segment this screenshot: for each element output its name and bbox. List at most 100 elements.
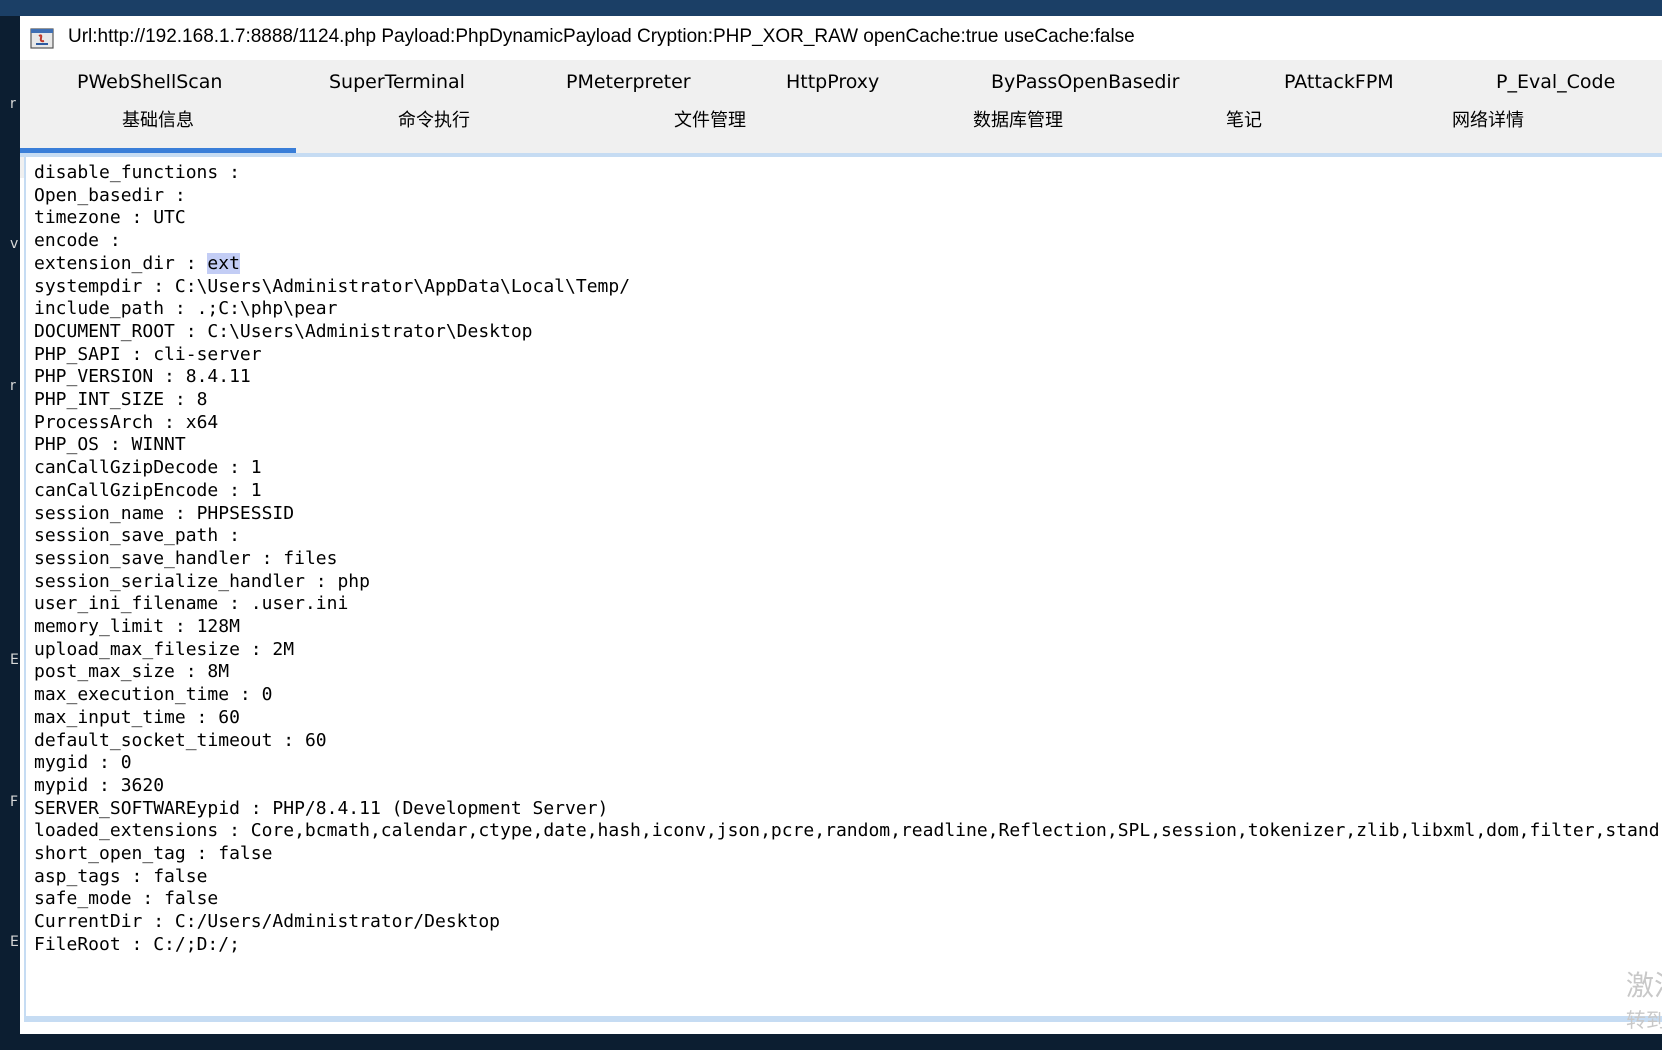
info-value: x64 — [185, 411, 219, 433]
plugin-p-eval-code[interactable]: P_Eval_Code — [1496, 71, 1615, 93]
info-key: session_name — [34, 502, 165, 524]
info-line: canCallGzipDecode : 1 — [34, 457, 262, 479]
info-separator: : — [229, 684, 262, 706]
info-line: ProcessArch : x64 — [34, 412, 218, 434]
info-key: memory_limit — [34, 616, 165, 637]
info-value: C:/Users/Administrator/Desktop — [174, 911, 500, 933]
info-line: DOCUMENT_ROOT : C:\Users\Administrator\D… — [34, 321, 533, 343]
info-separator: : — [250, 547, 284, 569]
plugin-pmeterpreter[interactable]: PMeterpreter — [566, 71, 691, 93]
info-separator: : — [142, 911, 175, 933]
plugin-httpproxy[interactable]: HttpProxy — [786, 71, 879, 93]
info-key: upload_max_filesize — [34, 638, 240, 660]
info-key: systempdir — [34, 275, 143, 297]
info-separator: : — [164, 389, 197, 410]
info-separator: : — [164, 616, 197, 637]
info-separator: : — [174, 252, 208, 274]
info-line: systempdir : C:\Users\Administrator\AppD… — [34, 276, 630, 298]
info-separator: : — [120, 207, 154, 229]
window-title: Url:http://192.168.1.7:8888/1124.php Pay… — [68, 26, 1135, 47]
info-value: php — [337, 570, 370, 592]
info-separator: : — [272, 729, 305, 751]
info-key: include_path — [34, 298, 165, 320]
tab-file-manager[interactable]: 文件管理 — [572, 106, 848, 150]
info-value: 60 — [218, 706, 240, 728]
info-separator: : — [120, 933, 154, 955]
info-separator: : — [142, 275, 175, 297]
title-bar[interactable]: Url:http://192.168.1.7:8888/1124.php Pay… — [20, 16, 1662, 60]
basic-info-text-area[interactable]: disable_functions : Open_basedir : timez… — [24, 157, 1662, 1016]
info-key: session_serialize_handler — [34, 570, 305, 592]
activation-watermark-sub: 转到 — [1626, 1008, 1662, 1032]
info-value: .user.ini — [250, 593, 349, 615]
info-separator: : — [239, 638, 273, 660]
info-key: timezone — [34, 207, 121, 229]
desktop-icon-label: r — [10, 96, 16, 112]
info-line: upload_max_filesize : 2M — [34, 639, 294, 661]
info-separator: : — [185, 843, 219, 864]
plugin-bypassopenbasedir[interactable]: ByPassOpenBasedir — [991, 71, 1180, 93]
info-value: .;C:\php\pear — [196, 298, 338, 320]
info-separator: : — [99, 434, 132, 456]
info-value: Core,bcmath,calendar,ctype,date,hash,ico… — [250, 820, 1660, 842]
info-key: PHP_INT_SIZE — [34, 389, 165, 410]
info-value: 1 — [250, 479, 262, 501]
plugin-superterminal[interactable]: SuperTerminal — [329, 71, 465, 93]
info-value: C:\Users\Administrator\Desktop — [207, 320, 533, 342]
desktop-icon-label: r — [10, 378, 16, 394]
info-value: 128M — [196, 616, 240, 637]
info-key: max_execution_time — [34, 684, 230, 706]
tab-notes[interactable]: 笔记 — [1144, 106, 1344, 150]
info-value: cli-server — [153, 343, 262, 365]
desktop-bottom-edge — [0, 1034, 1662, 1050]
info-line: encode : — [34, 230, 132, 252]
info-line: mygid : 0 — [34, 752, 132, 774]
info-line: session_name : PHPSESSID — [34, 503, 294, 525]
info-separator: : — [164, 298, 197, 320]
info-line: short_open_tag : false — [34, 843, 272, 865]
desktop-top-edge — [0, 0, 1662, 16]
info-key: disable_functions — [34, 162, 219, 183]
info-separator: : — [164, 502, 197, 524]
info-key: user_ini_filename — [34, 593, 219, 615]
plugin-pattackfpm[interactable]: PAttackFPM — [1284, 71, 1394, 93]
info-value: 8 — [196, 389, 208, 410]
info-separator: : — [99, 230, 132, 252]
info-value: 60 — [304, 729, 327, 751]
info-key: safe_mode — [34, 888, 132, 910]
info-value: false — [153, 865, 208, 887]
info-separator: : — [304, 570, 338, 592]
tab-basic-info[interactable]: 基础信息 — [20, 106, 296, 150]
info-separator: : — [218, 479, 251, 501]
info-key: encode — [34, 230, 100, 252]
info-separator: : — [174, 661, 208, 683]
info-line: post_max_size : 8M — [34, 661, 229, 683]
tab-command-exec[interactable]: 命令执行 — [296, 106, 572, 150]
info-value: 8M — [207, 661, 230, 683]
info-key: extension_dir — [34, 252, 175, 274]
info-value: PHPSESSID — [196, 502, 295, 524]
info-value: UTC — [153, 207, 186, 229]
info-separator: : — [88, 774, 121, 796]
info-separator: : — [218, 457, 251, 479]
info-separator: : — [218, 162, 251, 183]
info-line: timezone : UTC — [34, 207, 186, 229]
info-key: post_max_size — [34, 661, 175, 683]
tab-bar: 基础信息 命令执行 文件管理 数据库管理 笔记 网络详情 — [20, 106, 1662, 150]
activation-watermark: 激活 — [1626, 969, 1662, 1002]
info-key: FileRoot — [34, 933, 121, 955]
info-key: canCallGzipEncode — [34, 479, 219, 501]
info-key: PHP_SAPI — [34, 343, 121, 365]
info-value: false — [218, 843, 273, 864]
tab-network-details[interactable]: 网络详情 — [1350, 106, 1626, 150]
info-key: max_input_time — [34, 706, 186, 728]
tab-database-manager[interactable]: 数据库管理 — [880, 106, 1156, 150]
desktop-icon-label: v — [10, 236, 19, 252]
content-bottom-border — [24, 1016, 1662, 1022]
desktop-left-edge: r v r E F E — [0, 16, 20, 1050]
desktop-icon-label: F — [10, 794, 19, 810]
info-line: session_serialize_handler : php — [34, 571, 370, 593]
info-key: SERVER_SOFTWAREypid — [34, 797, 240, 819]
plugin-pwebshellscan[interactable]: PWebShellScan — [77, 71, 222, 93]
info-value: files — [283, 547, 338, 569]
